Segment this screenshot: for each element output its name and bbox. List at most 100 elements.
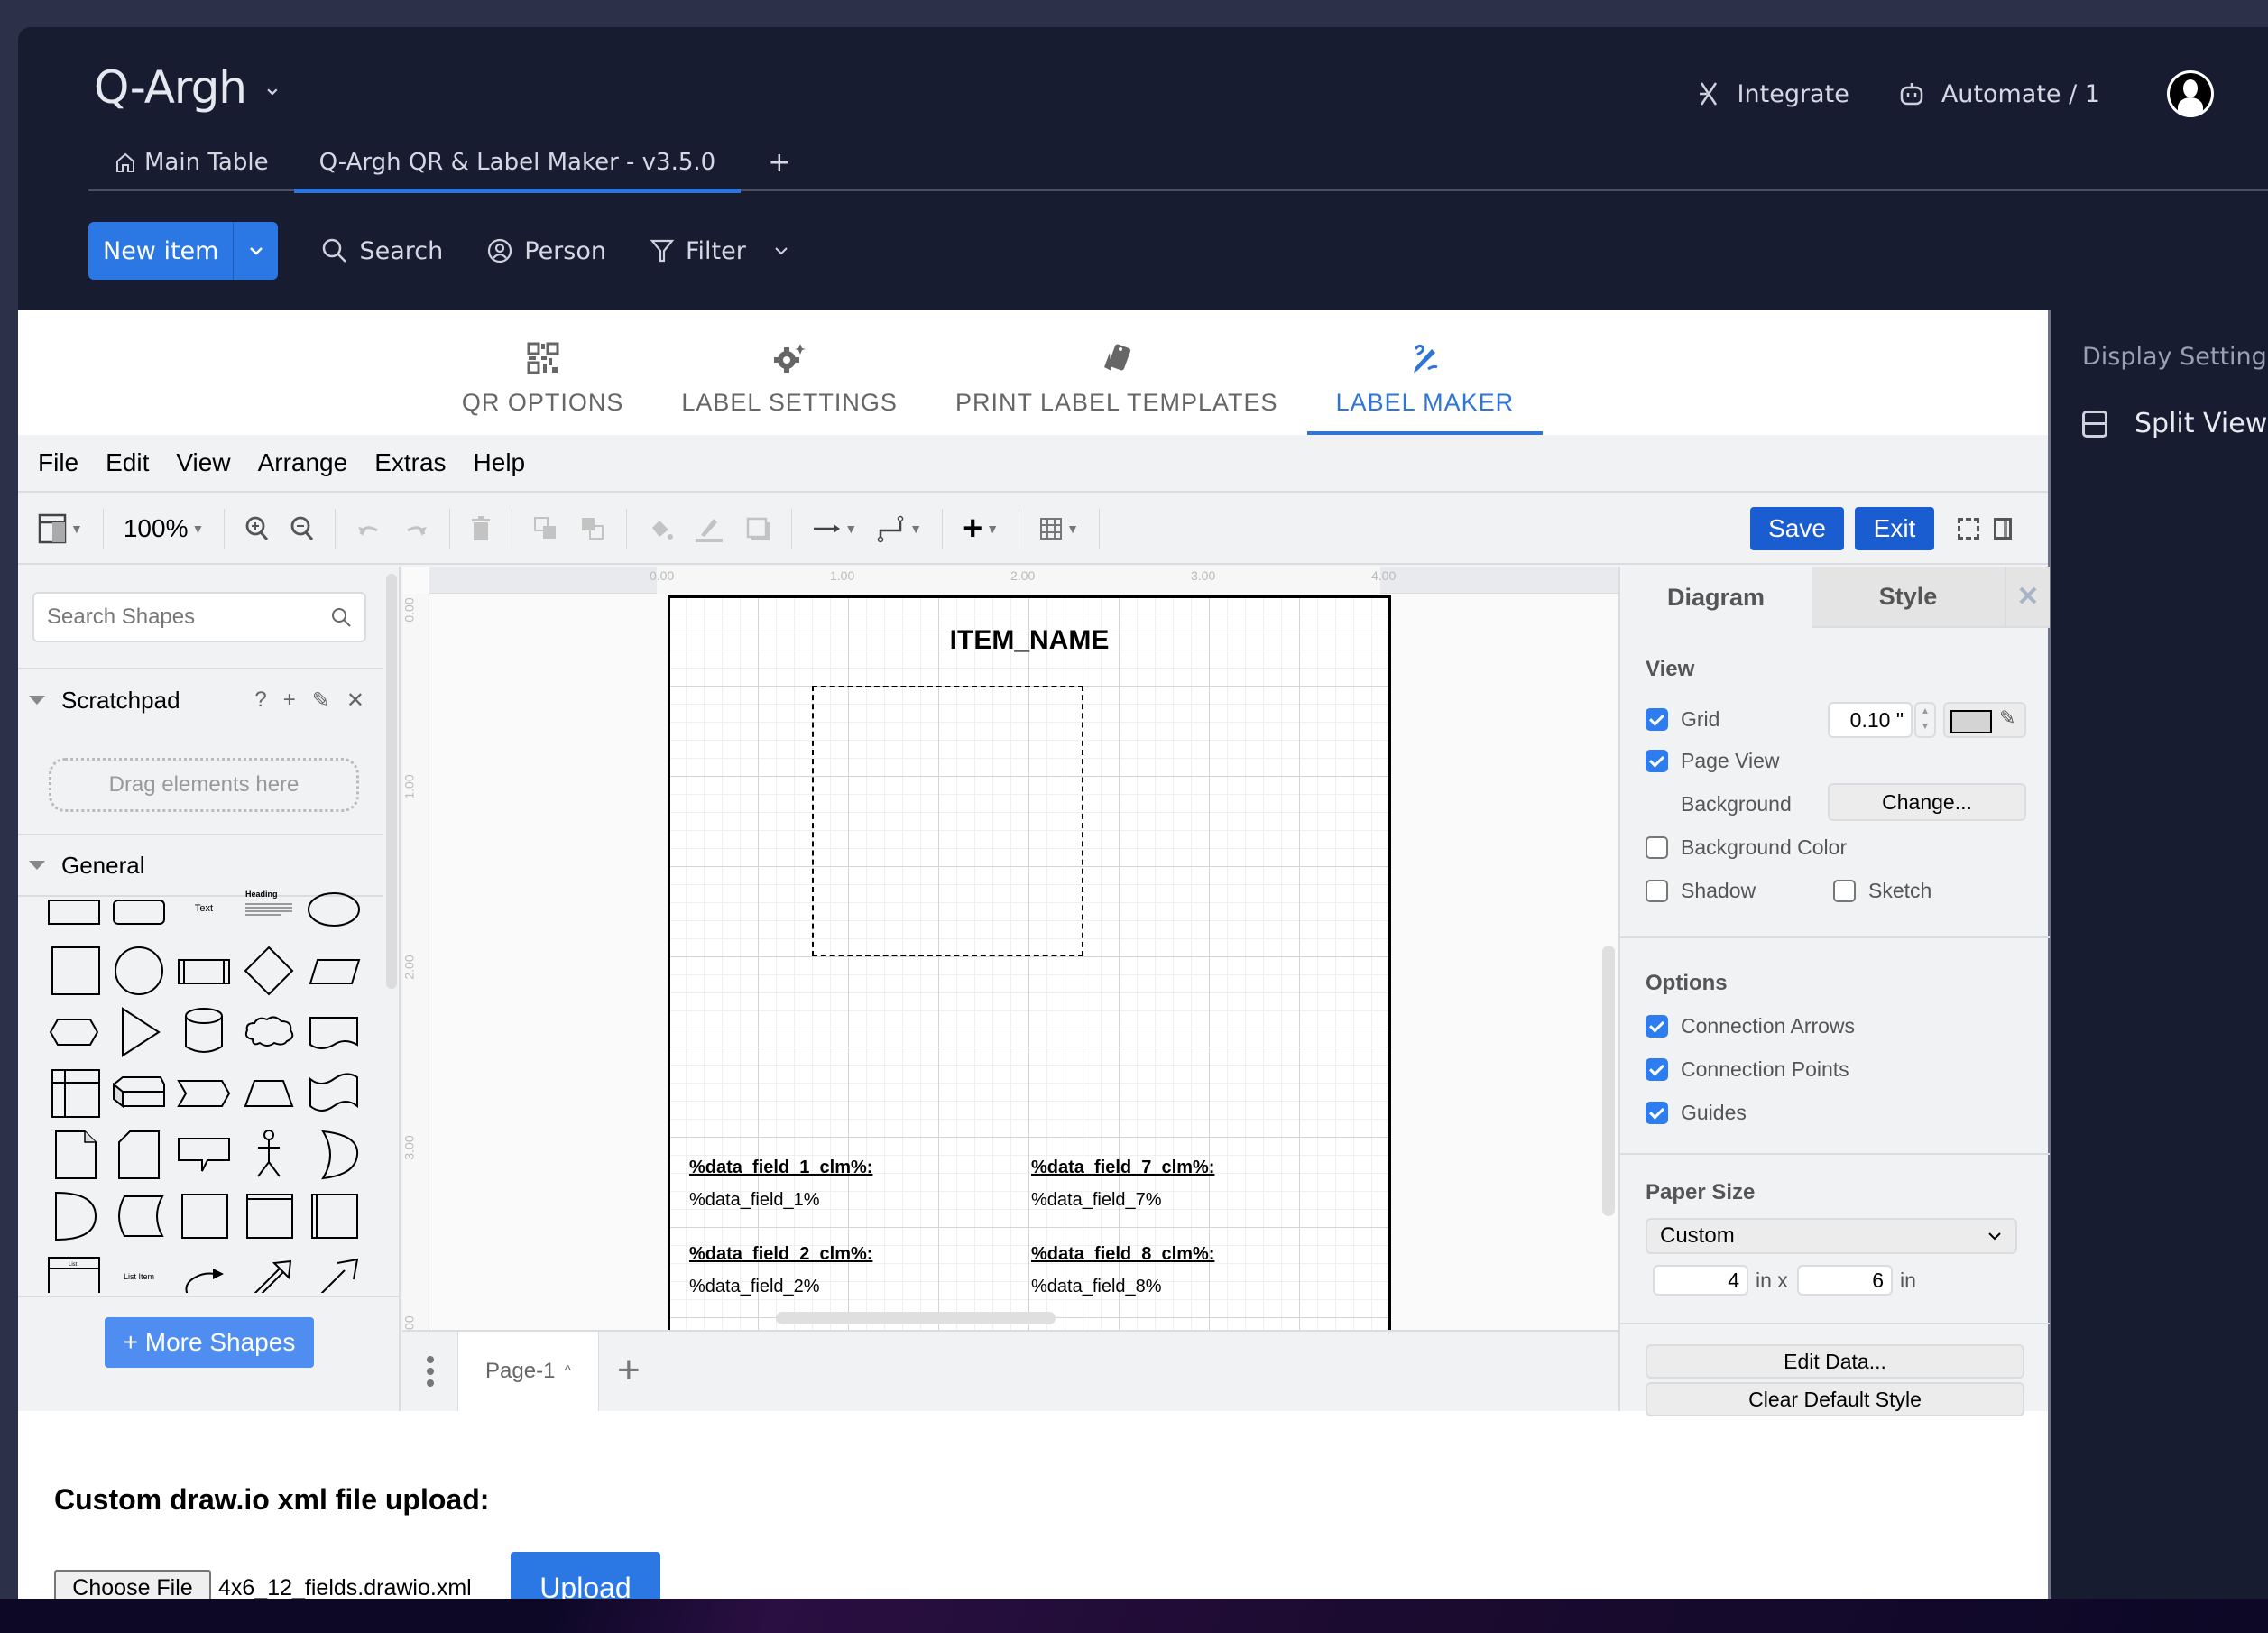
- shape-data-storage[interactable]: [106, 1185, 171, 1246]
- tab-label-maker-app[interactable]: LABEL MAKER: [1306, 310, 1544, 435]
- sketch-checkbox[interactable]: [1833, 880, 1856, 902]
- shape-diamond[interactable]: [236, 939, 301, 1001]
- shape-callout[interactable]: [171, 1123, 236, 1185]
- page-tab[interactable]: Page-1 ^: [458, 1332, 599, 1411]
- field-label[interactable]: %data_field_8_clm%:: [1031, 1244, 1214, 1265]
- insert-dropdown[interactable]: + ▼: [963, 510, 999, 549]
- page-view-checkbox[interactable]: [1646, 750, 1668, 772]
- item-name-text[interactable]: ITEM_NAME: [670, 625, 1388, 656]
- shadow-checkbox[interactable]: [1646, 880, 1668, 902]
- scratchpad-header[interactable]: Scratchpad ? + ✎ ✕: [18, 668, 383, 731]
- shape-text[interactable]: Text: [171, 878, 236, 939]
- table-dropdown[interactable]: ▼: [1039, 517, 1079, 540]
- shape-ellipse[interactable]: [301, 878, 366, 939]
- search-button[interactable]: Search: [321, 237, 443, 265]
- grid-checkbox[interactable]: [1646, 708, 1668, 731]
- menu-extras[interactable]: Extras: [374, 448, 446, 477]
- fill-color-button[interactable]: [647, 515, 674, 542]
- shape-swimlane[interactable]: [236, 1185, 301, 1246]
- shape-arrow[interactable]: [301, 1246, 366, 1293]
- new-item-button[interactable]: New item: [88, 222, 279, 280]
- board-title[interactable]: Q-Argh ⌄: [94, 61, 282, 114]
- zoom-dropdown[interactable]: 100% ▼: [124, 514, 204, 543]
- choose-file-button[interactable]: Choose File: [54, 1570, 211, 1599]
- scratchpad-close-button[interactable]: ✕: [346, 687, 364, 714]
- shape-circle[interactable]: [106, 939, 171, 1001]
- shape-tape[interactable]: [301, 1062, 366, 1123]
- paper-size-select[interactable]: Custom: [1646, 1218, 2017, 1254]
- to-front-button[interactable]: [532, 515, 559, 542]
- upload-button[interactable]: Upload: [511, 1552, 660, 1599]
- integrate-button[interactable]: Integrate: [1696, 80, 1849, 108]
- field-value[interactable]: %data_field_1%: [689, 1190, 820, 1211]
- scratchpad-add-button[interactable]: +: [283, 687, 296, 714]
- shape-document[interactable]: [301, 1001, 366, 1062]
- grid-checkbox-row[interactable]: Grid: [1646, 707, 1719, 732]
- scratchpad-dropzone[interactable]: Drag elements here: [49, 758, 359, 812]
- shape-actor[interactable]: [236, 1123, 301, 1185]
- person-filter-button[interactable]: Person: [486, 237, 606, 265]
- guides-row[interactable]: Guides: [1646, 1101, 1747, 1125]
- shape-or[interactable]: [301, 1123, 366, 1185]
- shape-heading[interactable]: Heading: [236, 878, 301, 939]
- edit-data-button[interactable]: Edit Data...: [1646, 1344, 2024, 1379]
- connection-arrows-row[interactable]: Connection Arrows: [1646, 1014, 1855, 1038]
- shape-curved-arrow[interactable]: [171, 1246, 236, 1293]
- sidebar-scrollbar[interactable]: [386, 574, 397, 989]
- scratchpad-help-button[interactable]: ?: [254, 687, 266, 714]
- shape-trapezoid[interactable]: [236, 1062, 301, 1123]
- add-page-button[interactable]: +: [617, 1348, 641, 1393]
- menu-help[interactable]: Help: [474, 448, 526, 477]
- paper-height-input[interactable]: 6: [1797, 1265, 1893, 1296]
- filter-button[interactable]: Filter: [650, 237, 789, 265]
- connection-points-checkbox[interactable]: [1646, 1058, 1668, 1081]
- connection-points-row[interactable]: Connection Points: [1646, 1057, 1849, 1082]
- delete-button[interactable]: [470, 515, 492, 542]
- page-view-checkbox-row[interactable]: Page View: [1646, 749, 1780, 773]
- shape-hexagon[interactable]: [41, 1001, 106, 1062]
- shape-vertical-swimlane[interactable]: [301, 1185, 366, 1246]
- sketch-row[interactable]: Sketch: [1833, 879, 1931, 903]
- connection-style-dropdown[interactable]: ▼: [812, 520, 857, 538]
- more-shapes-button[interactable]: + More Shapes: [105, 1317, 314, 1368]
- menu-arrange[interactable]: Arrange: [258, 448, 348, 477]
- field-value[interactable]: %data_field_7%: [1031, 1190, 1162, 1211]
- canvas-horizontal-scrollbar[interactable]: [776, 1312, 1056, 1324]
- guides-checkbox[interactable]: [1646, 1102, 1668, 1124]
- redo-button[interactable]: [402, 518, 429, 540]
- tab-qr-options[interactable]: QR OPTIONS: [433, 310, 653, 435]
- shape-triangle[interactable]: [106, 1001, 171, 1062]
- exit-button[interactable]: Exit: [1855, 507, 1934, 550]
- shape-container[interactable]: [171, 1185, 236, 1246]
- toggle-panel-icon[interactable]: [1994, 518, 2012, 540]
- diagram-canvas[interactable]: 0.00 1.00 2.00 3.00 4.00 0.00 1.00 2.00 …: [402, 567, 1618, 1330]
- field-label[interactable]: %data_field_2_clm%:: [689, 1244, 872, 1265]
- shape-cloud[interactable]: [236, 1001, 301, 1062]
- add-view-button[interactable]: +: [741, 134, 817, 190]
- menu-view[interactable]: View: [176, 448, 230, 477]
- fullscreen-icon[interactable]: [1958, 518, 1979, 540]
- connection-arrows-checkbox[interactable]: [1646, 1015, 1668, 1038]
- qr-code-placeholder[interactable]: [812, 686, 1083, 956]
- line-color-button[interactable]: [694, 515, 724, 542]
- menu-file[interactable]: File: [38, 448, 78, 477]
- scratchpad-edit-button[interactable]: ✎: [312, 687, 330, 714]
- shadow-row[interactable]: Shadow: [1646, 879, 1756, 903]
- save-button[interactable]: Save: [1750, 507, 1844, 550]
- background-color-row[interactable]: Background Color: [1646, 835, 1847, 860]
- page-menu-button[interactable]: [402, 1332, 458, 1411]
- zoom-in-button[interactable]: [244, 515, 270, 542]
- user-avatar[interactable]: [2167, 70, 2214, 117]
- paper-width-input[interactable]: 4: [1653, 1265, 1748, 1296]
- tab-diagram[interactable]: Diagram: [1620, 567, 1812, 628]
- automate-button[interactable]: Automate / 1: [1898, 80, 2100, 108]
- format-panel-toggle[interactable]: ▼: [38, 513, 83, 544]
- grid-size-input[interactable]: 0.10 ": [1828, 702, 1913, 738]
- shape-delay[interactable]: [41, 1185, 106, 1246]
- tab-style[interactable]: Style: [1812, 567, 2005, 628]
- shape-card[interactable]: [106, 1123, 171, 1185]
- shape-cylinder[interactable]: [171, 1001, 236, 1062]
- split-view-button[interactable]: Split View: [2082, 408, 2267, 439]
- to-back-button[interactable]: [579, 515, 606, 542]
- tab-label-maker[interactable]: Q-Argh QR & Label Maker - v3.5.0: [293, 134, 742, 193]
